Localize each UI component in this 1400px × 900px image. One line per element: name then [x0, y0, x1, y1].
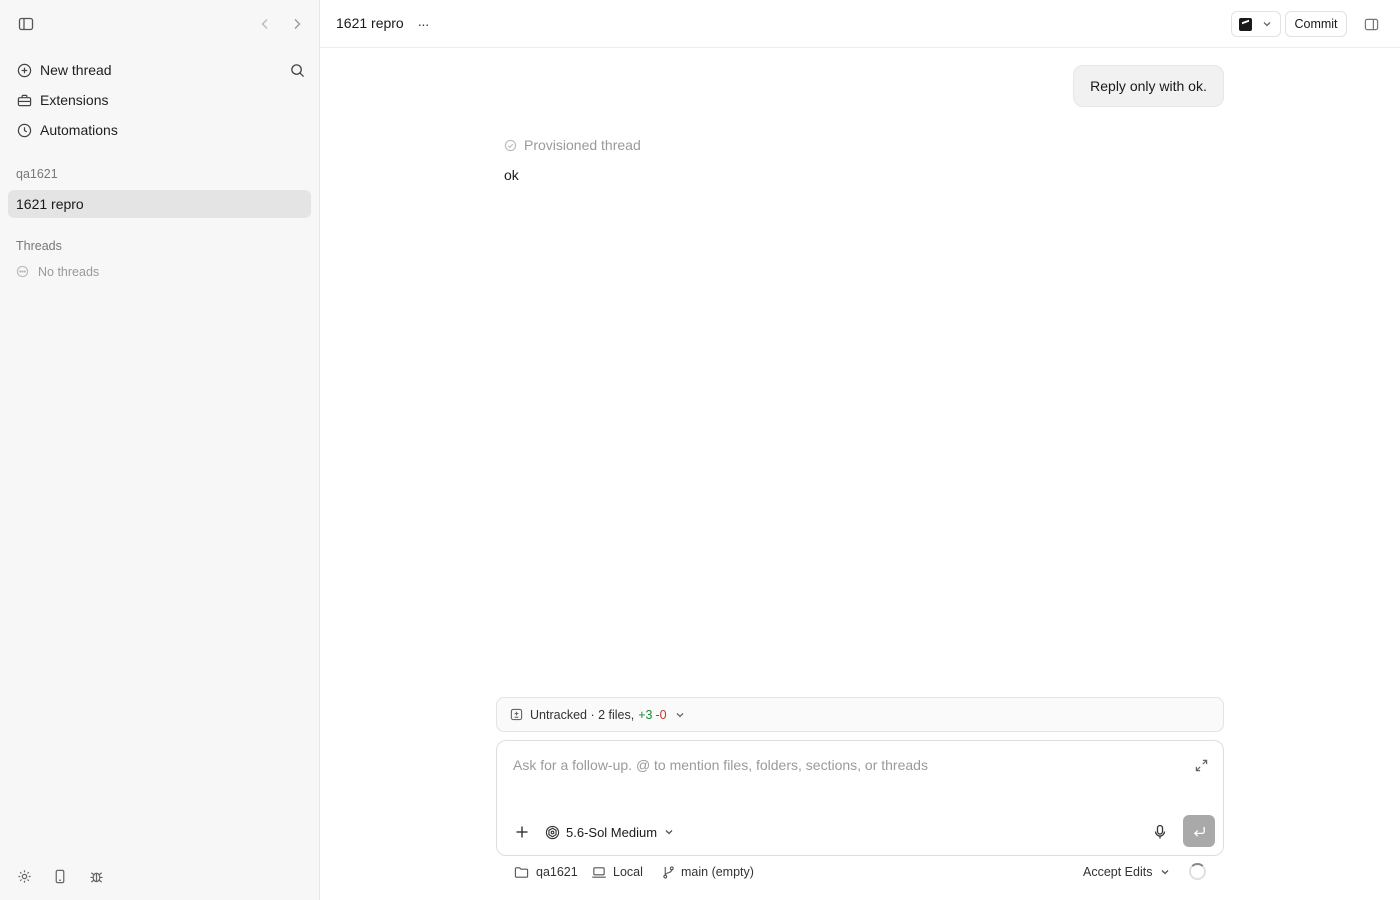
threads-section-label: Threads: [16, 239, 62, 253]
clock-icon: [16, 122, 32, 138]
send-button[interactable]: [1183, 815, 1215, 847]
accept-edits-dropdown[interactable]: Accept Edits: [1083, 863, 1170, 881]
back-arrow-icon[interactable]: [253, 12, 277, 36]
model-label: 5.6-Sol Medium: [566, 824, 658, 840]
project-section-label: qa1621: [16, 167, 58, 181]
git-branch-icon: [662, 865, 677, 880]
assistant-reply: ok: [504, 167, 519, 183]
commit-button[interactable]: Commit: [1285, 11, 1347, 37]
chevron-down-icon: [1262, 19, 1272, 29]
new-thread-button[interactable]: New thread: [8, 56, 311, 84]
no-threads-placeholder: No threads: [16, 263, 99, 281]
provisioned-text: Provisioned thread: [524, 137, 641, 153]
settings-gear-icon[interactable]: [14, 866, 34, 886]
mobile-device-icon[interactable]: [50, 866, 70, 886]
new-thread-label: New thread: [40, 62, 112, 78]
branch-label: main (empty): [681, 865, 754, 879]
extensions-label: Extensions: [40, 92, 109, 108]
sidebar: New thread Extensions Automations qa1621…: [0, 0, 320, 900]
loading-spinner-icon: [1189, 863, 1206, 880]
editor-logo-icon: [1239, 17, 1252, 31]
enter-icon: [1193, 826, 1205, 837]
bug-icon[interactable]: [86, 866, 106, 886]
automations-nav-item[interactable]: Automations: [8, 116, 311, 144]
toolbox-icon: [16, 92, 32, 108]
additions-count: +3: [638, 707, 653, 722]
location-label: Local: [613, 865, 643, 879]
changes-summary: Untracked · 2 files,: [530, 707, 635, 722]
accept-edits-label: Accept Edits: [1083, 865, 1153, 879]
file-diff-icon: [510, 708, 523, 721]
top-header: 1621 repro ··· Commit: [320, 0, 1400, 48]
toggle-right-panel-icon[interactable]: [1360, 12, 1382, 36]
folder-label: qa1621: [536, 865, 578, 879]
folder-selector[interactable]: qa1621: [514, 863, 578, 881]
add-attachment-icon[interactable]: [513, 823, 531, 841]
search-icon[interactable]: [285, 58, 309, 82]
laptop-icon: [591, 865, 606, 880]
project-item-label: 1621 repro: [16, 196, 84, 212]
untracked-changes-bar[interactable]: Untracked · 2 files, +3 -0: [496, 697, 1224, 732]
location-selector[interactable]: Local: [591, 863, 643, 881]
chevron-down-icon: [1160, 867, 1170, 877]
editor-picker-dropdown[interactable]: [1231, 11, 1281, 37]
provisioned-thread-label: Provisioned thread: [504, 136, 641, 154]
composer: 5.6-Sol Medium: [496, 740, 1224, 856]
forward-arrow-icon[interactable]: [285, 12, 309, 36]
expand-icon[interactable]: [1193, 757, 1209, 773]
folder-icon: [514, 865, 529, 880]
follow-up-input[interactable]: [513, 755, 1173, 775]
branch-selector[interactable]: main (empty): [662, 863, 754, 881]
more-dots-icon: ···: [417, 16, 430, 32]
automations-label: Automations: [40, 122, 118, 138]
more-options-button[interactable]: ···: [412, 12, 434, 36]
extensions-nav-item[interactable]: Extensions: [8, 86, 311, 114]
chevron-down-icon: [664, 827, 674, 837]
no-threads-label: No threads: [38, 265, 100, 279]
model-selector[interactable]: 5.6-Sol Medium: [545, 822, 674, 842]
plus-circle-icon: [16, 62, 32, 78]
dotted-circle-icon: [16, 265, 30, 279]
toggle-sidebar-icon[interactable]: [14, 12, 38, 36]
user-message-bubble: Reply only with ok.: [1073, 65, 1224, 107]
project-item-1621-repro[interactable]: 1621 repro: [8, 190, 311, 218]
microphone-icon[interactable]: [1150, 822, 1170, 842]
chevron-down-icon: [675, 710, 685, 720]
model-logo-icon: [545, 825, 560, 840]
thread-status-icon: [504, 139, 517, 152]
thread-title: 1621 repro: [336, 15, 404, 31]
deletions-count: -0: [655, 707, 667, 722]
